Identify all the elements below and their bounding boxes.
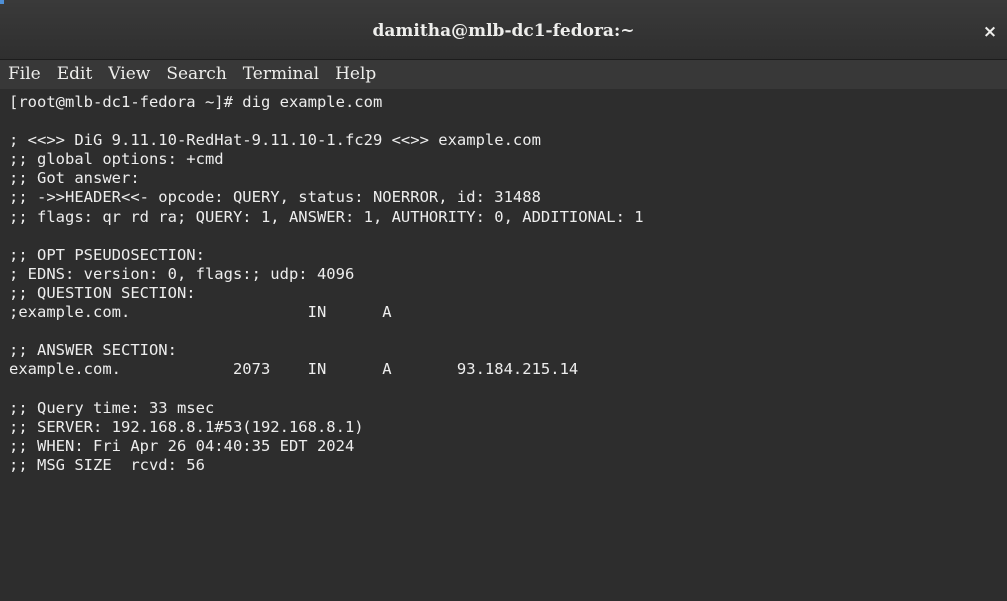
terminal-line: ;; OPT PSEUDOSECTION: — [9, 245, 205, 264]
menu-edit[interactable]: Edit — [49, 60, 101, 89]
window-title: damitha@mlb-dc1-fedora:~ — [372, 21, 635, 41]
terminal-line: ;; ANSWER SECTION: — [9, 341, 177, 360]
terminal-output[interactable]: [root@mlb-dc1-fedora ~]# dig example.com… — [0, 89, 1007, 601]
terminal-window: damitha@mlb-dc1-fedora:~ × File Edit Vie… — [0, 0, 1007, 601]
terminal-line: [root@mlb-dc1-fedora ~]# dig example.com — [9, 93, 383, 111]
menu-help[interactable]: Help — [327, 60, 384, 89]
terminal-line: example.com. 2073 IN A 93.184.215.14 — [9, 360, 579, 379]
close-button[interactable]: × — [979, 19, 1001, 45]
terminal-line: ; <<>> DiG 9.11.10-RedHat-9.11.10-1.fc29… — [9, 131, 541, 150]
terminal-line: ;; flags: qr rd ra; QUERY: 1, ANSWER: 1,… — [9, 207, 644, 226]
terminal-line: ;example.com. IN A — [9, 303, 392, 322]
terminal-line: ; EDNS: version: 0, flags:; udp: 4096 — [9, 264, 355, 283]
terminal-line: ;; WHEN: Fri Apr 26 04:40:35 EDT 2024 — [9, 436, 355, 455]
menu-terminal[interactable]: Terminal — [235, 60, 327, 89]
terminal-line: ;; SERVER: 192.168.8.1#53(192.168.8.1) — [9, 417, 364, 436]
menu-view[interactable]: View — [100, 60, 158, 89]
title-bar[interactable]: damitha@mlb-dc1-fedora:~ × — [0, 0, 1007, 60]
terminal-line: ;; global options: +cmd — [9, 150, 224, 169]
menu-file[interactable]: File — [4, 60, 49, 89]
menu-bar: File Edit View Search Terminal Help — [0, 60, 1007, 89]
terminal-line: ;; ->>HEADER<<- opcode: QUERY, status: N… — [9, 188, 541, 207]
terminal-line: ;; MSG SIZE rcvd: 56 — [9, 455, 205, 474]
terminal-line: ;; Got answer: — [9, 169, 140, 188]
menu-search[interactable]: Search — [158, 60, 234, 89]
terminal-line: ;; Query time: 33 msec — [9, 398, 215, 417]
terminal-line: ;; QUESTION SECTION: — [9, 283, 196, 302]
